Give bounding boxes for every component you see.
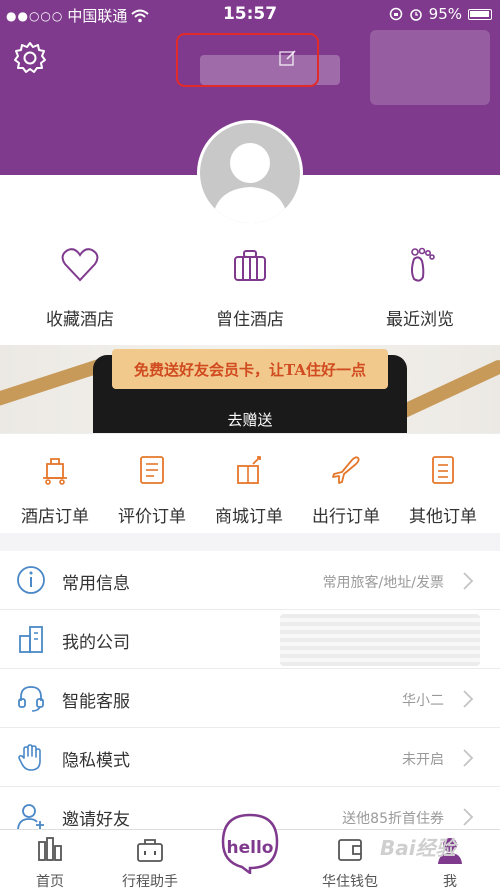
gift-card-banner[interactable]: 免费送好友会员卡，让TA住好一点 去赠送	[0, 345, 500, 433]
airplane-icon	[332, 456, 360, 484]
list-item-label: 邀请好友	[62, 810, 130, 830]
chevron-right-icon	[463, 749, 474, 767]
gift-box-icon	[237, 456, 261, 484]
quick-label: 曾住酒店	[216, 310, 284, 330]
quick-stayed-hotels[interactable]: 曾住酒店	[170, 245, 330, 330]
alarm-icon	[409, 9, 422, 21]
list-item-value: 送他85折首住券	[342, 811, 444, 827]
list-item-label: 隐私模式	[62, 751, 130, 771]
chevron-right-icon	[463, 808, 474, 826]
list-item-value: 常用旅客/地址/发票	[322, 575, 444, 591]
orders-section: 酒店订单 评价订单 商城订单 出行订单 其他订单	[0, 433, 500, 533]
avatar[interactable]	[197, 120, 303, 226]
watermark: Bai经验	[380, 836, 456, 860]
settings-list: 常用信息 常用旅客/地址/发票 我的公司 智能客服 华小二 隐私模式 未开启 邀…	[0, 551, 500, 831]
battery-icon	[468, 8, 492, 20]
rotation-lock-icon	[389, 7, 402, 21]
building-icon	[19, 626, 43, 653]
luggage-cart-icon	[43, 458, 67, 485]
list-item-common-info[interactable]: 常用信息 常用旅客/地址/发票	[0, 551, 500, 610]
banner-headline: 免费送好友会员卡，让TA住好一点	[134, 360, 366, 379]
tab-label: 首页	[36, 874, 64, 889]
quick-label: 最近浏览	[386, 310, 454, 330]
headset-icon	[18, 686, 44, 712]
order-hotel[interactable]: 酒店订单	[5, 454, 105, 527]
list-item-privacy-mode[interactable]: 隐私模式 未开启	[0, 728, 500, 787]
list-item-smart-service[interactable]: 智能客服 华小二	[0, 669, 500, 728]
tab-label: 华住钱包	[322, 874, 378, 889]
settings-gear-icon[interactable]	[12, 40, 48, 76]
edit-icon[interactable]	[278, 48, 298, 68]
order-travel[interactable]: 出行订单	[296, 454, 396, 527]
chevron-right-icon	[463, 690, 474, 708]
tab-home[interactable]: 首页	[5, 836, 95, 889]
add-user-icon	[17, 804, 44, 830]
order-label: 评价订单	[118, 507, 186, 527]
review-note-icon	[140, 456, 164, 484]
list-item-value: 未开启	[402, 752, 444, 768]
info-icon	[17, 566, 45, 594]
order-label: 其他订单	[409, 507, 477, 527]
status-bar: ●●○○○ 中国联通 15:57 95%	[0, 0, 500, 28]
tab-trip-assistant[interactable]: 行程助手	[105, 836, 195, 889]
order-other[interactable]: 其他订单	[393, 454, 493, 527]
order-label: 出行订单	[312, 507, 380, 527]
list-item-label: 我的公司	[62, 633, 130, 653]
order-label: 商城订单	[215, 507, 283, 527]
company-name-redacted	[280, 614, 480, 666]
tab-label: 我	[443, 874, 457, 889]
list-item-value: 华小二	[402, 693, 444, 709]
document-icon	[432, 456, 454, 484]
battery-percent: 95%	[428, 5, 462, 23]
order-label: 酒店订单	[21, 507, 89, 527]
avatar-silhouette-icon	[212, 143, 288, 223]
briefcase-icon	[137, 839, 163, 862]
hand-icon	[18, 744, 41, 771]
wallet-icon	[338, 839, 362, 861]
quick-favorite-hotels[interactable]: 收藏酒店	[0, 245, 160, 330]
hello-label: hello	[226, 838, 274, 858]
banner-headline-box: 免费送好友会员卡，让TA住好一点	[112, 349, 388, 389]
list-item-label: 常用信息	[62, 574, 130, 594]
list-item-label: 智能客服	[62, 692, 130, 712]
home-chart-icon	[38, 837, 62, 861]
member-info-redacted	[370, 30, 490, 105]
suitcase-icon	[234, 250, 266, 281]
order-mall[interactable]: 商城订单	[199, 454, 299, 527]
quick-label: 收藏酒店	[46, 310, 114, 330]
chevron-right-icon	[463, 572, 474, 590]
give-card-button[interactable]: 去赠送	[0, 409, 500, 430]
heart-icon	[61, 248, 99, 282]
tab-label: 行程助手	[122, 874, 178, 889]
footprint-icon	[411, 247, 435, 282]
quick-recent-views[interactable]: 最近浏览	[340, 245, 500, 330]
list-item-my-company[interactable]: 我的公司	[0, 610, 500, 669]
order-review[interactable]: 评价订单	[102, 454, 202, 527]
